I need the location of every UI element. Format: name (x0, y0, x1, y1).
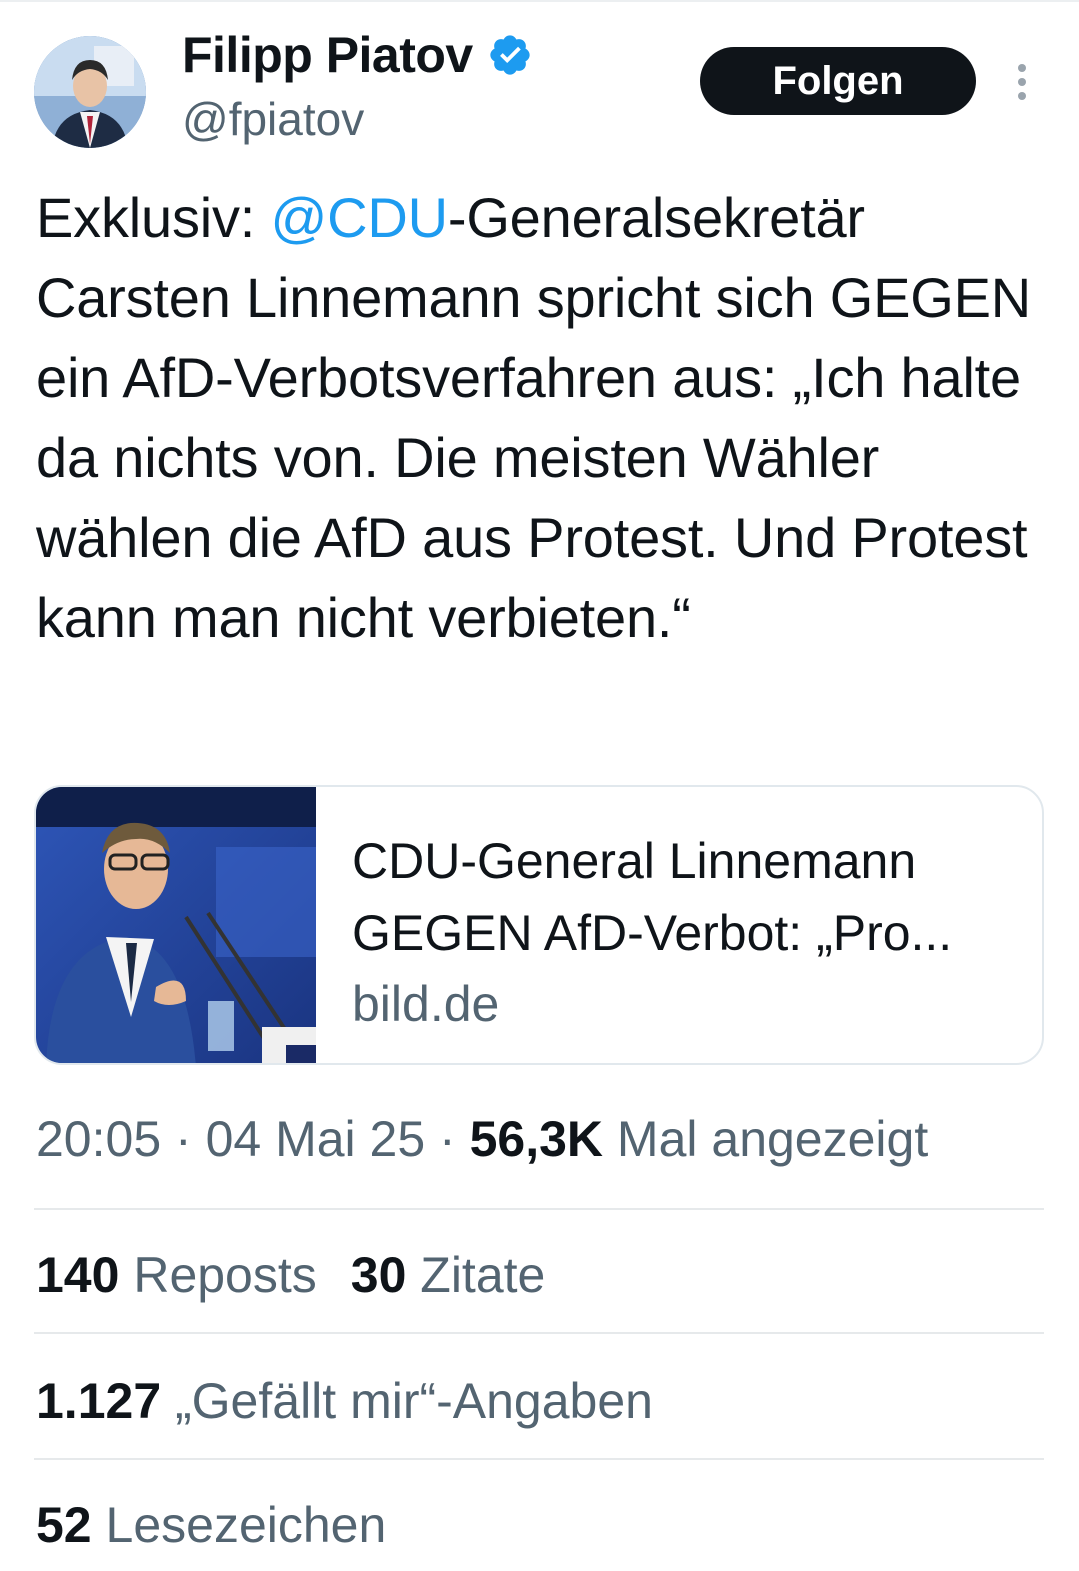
likes-count: 1.127 (36, 1373, 162, 1429)
verified-badge-icon (490, 35, 530, 75)
author-avatar[interactable] (34, 36, 146, 148)
bookmarks-label: Lesezeichen (91, 1497, 387, 1553)
author-handle[interactable]: @fpiatov (182, 92, 364, 146)
quotes-count: 30 (350, 1247, 407, 1303)
divider (34, 1332, 1044, 1334)
meta-separator: · (161, 1111, 206, 1167)
link-preview-title-line2: GEGEN AfD-Verbot: „Pro... (352, 905, 953, 961)
quotes-label: Zitate (406, 1247, 546, 1303)
engagement-row-reposts: 140 Reposts 30 Zitate (36, 1246, 545, 1304)
divider (34, 1208, 1044, 1210)
avatar-image (34, 36, 146, 148)
quotes-link[interactable]: 30 Zitate (351, 1247, 546, 1303)
tweet-date[interactable]: 04 Mai 25 (206, 1111, 426, 1167)
likes-link[interactable]: 1.127 „Gefällt mir“-Angaben (36, 1372, 653, 1430)
divider (34, 1458, 1044, 1460)
reposts-count: 140 (36, 1247, 120, 1303)
tweet-prefix: Exklusiv: (36, 186, 271, 249)
mention-link[interactable]: @CDU (271, 186, 449, 249)
view-count: 56,3K (469, 1111, 604, 1167)
likes-label: „Gefällt mir“-Angaben (161, 1373, 653, 1429)
reposts-label: Reposts (119, 1247, 317, 1303)
tweet-time[interactable]: 20:05 (36, 1111, 161, 1167)
reposts-link[interactable]: 140 Reposts (36, 1247, 317, 1303)
more-options-icon[interactable] (1008, 60, 1036, 104)
meta-separator: · (425, 1111, 470, 1167)
follow-button[interactable]: Folgen (700, 47, 976, 115)
bookmarks-count: 52 (36, 1497, 92, 1553)
link-preview-image (36, 787, 316, 1063)
author-name-row: Filipp Piatov (182, 26, 533, 84)
link-preview-domain: bild.de (352, 976, 500, 1032)
author-name[interactable]: Filipp Piatov (182, 26, 473, 84)
link-preview-title[interactable]: CDU-General Linnemann GEGEN AfD-Verbot: … (352, 825, 1012, 969)
bookmarks-link[interactable]: 52 Lesezeichen (36, 1496, 386, 1554)
tweet-text: Exklusiv: @CDU-Generalsekretär Carsten L… (36, 178, 1046, 658)
tweet-meta: 20:05 · 04 Mai 25 · 56,3K Mal angezeigt (36, 1110, 928, 1168)
top-divider (0, 0, 1079, 2)
link-preview-title-line1: CDU-General Linnemann (352, 833, 917, 889)
view-count-label: Mal angezeigt (603, 1111, 929, 1167)
link-preview-card[interactable]: CDU-General Linnemann GEGEN AfD-Verbot: … (34, 785, 1044, 1065)
tweet-body: -Generalsekretär Carsten Linnemann spric… (36, 186, 1032, 649)
